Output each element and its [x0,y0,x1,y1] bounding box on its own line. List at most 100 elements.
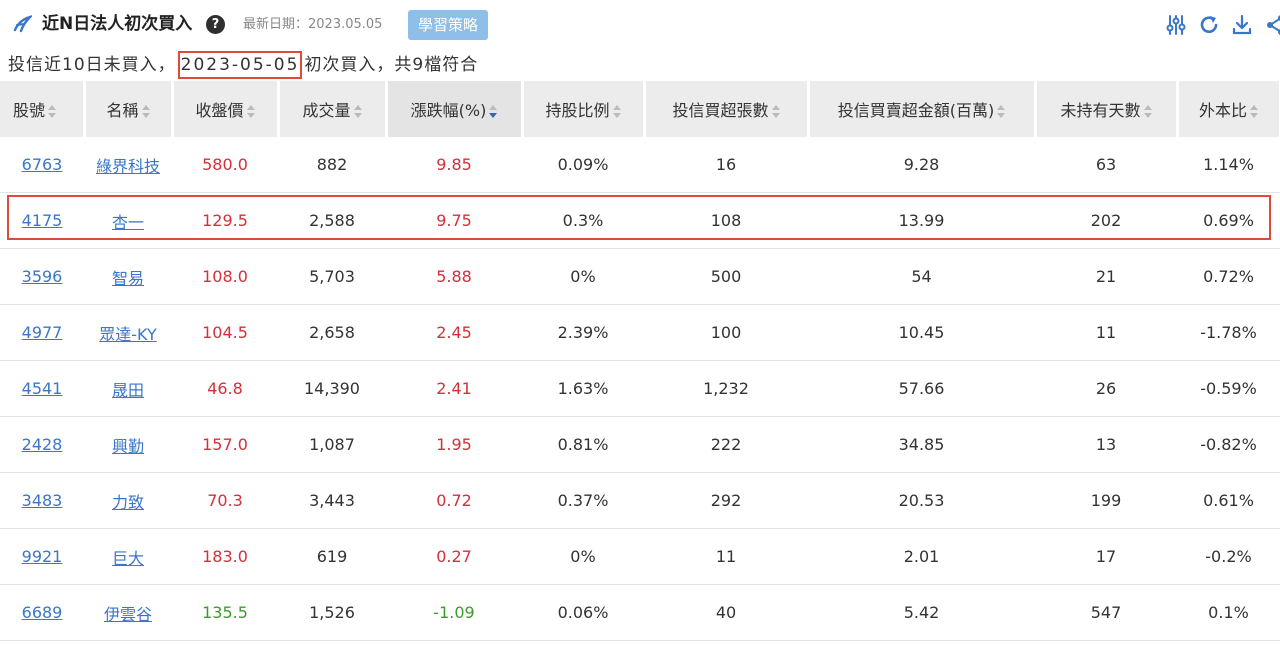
refresh-icon[interactable] [1198,14,1220,36]
table-cell: 9921 [0,528,84,585]
table-cell: -0.82% [1177,416,1280,473]
table-cell: 9.28 [808,137,1035,193]
table-cell: 0% [522,248,644,305]
table-cell: -1.78% [1177,304,1280,361]
table-cell: 2.41 [386,360,522,417]
col-header-ratio[interactable]: 外本比 [1177,81,1280,137]
help-icon[interactable]: ? [206,15,225,34]
sort-icon[interactable] [353,104,362,119]
col-header-holding[interactable]: 持股比例 [522,81,646,137]
stock-code-link[interactable]: 2428 [22,435,63,454]
stock-code-link[interactable]: 6689 [22,603,63,622]
col-header-net-buy[interactable]: 投信買超張數 [644,81,810,137]
close-price-cell: 157.0 [202,435,248,454]
close-price-cell: 46.8 [207,379,243,398]
download-icon[interactable] [1231,14,1253,36]
table-cell: 0.3% [522,192,644,249]
sort-icon[interactable] [997,104,1006,119]
table-row[interactable]: 9921 巨大 183.0 619 0.27 0% 11 2.01 17 -0.2% [0,528,1280,585]
sort-icon[interactable] [612,104,621,119]
volume-cell: 1,526 [309,603,355,622]
table-cell: 14,390 [278,360,386,417]
page-title: 近N日法人初次買入 [42,14,193,34]
net-amount-cell: 9.28 [903,155,940,174]
table-cell: 129.5 [172,192,278,249]
volume-cell: 1,087 [309,435,355,454]
table-cell: 巨大 [84,528,172,585]
col-header-close[interactable]: 收盤價 [172,81,280,137]
net-buy-lots-cell: 292 [710,491,742,510]
stock-name-link[interactable]: 晟田 [112,381,144,400]
share-icon[interactable] [1264,14,1280,36]
col-header-label: 名稱 [106,101,139,120]
sort-icon[interactable] [771,104,780,119]
col-header-change[interactable]: 漲跌幅(%) [386,81,524,137]
foreign-ratio-cell: 0.1% [1208,603,1249,622]
table-cell: 4175 [0,192,84,249]
table-cell: 9.75 [386,192,522,249]
sort-icon[interactable] [246,104,255,119]
col-header-label: 外本比 [1198,101,1247,120]
stock-code-link[interactable]: 4541 [22,379,63,398]
stock-name-link[interactable]: 伊雲谷 [104,605,152,624]
stock-code-link[interactable]: 3596 [22,267,63,286]
table-cell: 1,232 [644,360,808,417]
sort-icon[interactable] [1250,104,1258,119]
table-cell: 興勤 [84,416,172,473]
foreign-ratio-cell: 0.69% [1203,211,1254,230]
stock-code-link[interactable]: 6763 [22,155,63,174]
stock-code-link[interactable]: 3483 [22,491,63,510]
sort-icon[interactable] [141,104,150,119]
days-not-held-cell: 199 [1090,491,1122,510]
sort-icon[interactable] [1143,104,1152,119]
stock-name-link[interactable]: 興勤 [112,437,144,456]
foreign-ratio-cell: 0.72% [1203,267,1254,286]
table-cell: 0.06% [522,584,644,641]
stock-code-link[interactable]: 9921 [22,547,63,566]
table-row[interactable]: 2428 興勤 157.0 1,087 1.95 0.81% 222 34.85 13 -0.82… [0,416,1280,473]
table-row[interactable]: 4541 晟田 46.8 14,390 2.41 1.63% 1,232 57.66 26 -0.… [0,360,1280,417]
table-row[interactable]: 6689 伊雲谷 135.5 1,526 -1.09 0.06% 40 5.42 547 0.1% [0,584,1280,641]
table-row[interactable]: 3483 力致 70.3 3,443 0.72 0.37% 292 20.53 199 0.61% [0,472,1280,529]
table-cell: 9.85 [386,137,522,193]
holding-ratio-cell: 0.37% [557,491,609,510]
col-header-name[interactable]: 名稱 [84,81,174,137]
table-row[interactable]: 6763 綠界科技 580.0 882 9.85 0.09% 16 9.28 63 1.14% [0,137,1280,193]
stock-name-link[interactable]: 巨大 [112,549,144,568]
table-cell: 21 [1035,248,1177,305]
stock-name-link[interactable]: 眾達-KY [99,325,156,344]
stock-name-link[interactable]: 杏一 [112,213,144,232]
table-row[interactable]: 4175 杏一 129.5 2,588 9.75 0.3% 108 13.99 202 0.69% [0,192,1280,249]
col-header-days[interactable]: 未持有天數 [1035,81,1179,137]
filter-sliders-icon[interactable] [1165,14,1187,36]
stock-name-link[interactable]: 智易 [112,269,144,288]
stock-code-link[interactable]: 4977 [22,323,63,342]
table-cell: 100 [644,304,808,361]
net-amount-cell: 20.53 [898,491,945,510]
net-amount-cell: 54 [911,267,932,286]
foreign-ratio-cell: 0.61% [1203,491,1254,510]
stock-code-link[interactable]: 4175 [22,211,63,230]
table-cell: 0.61% [1177,472,1280,529]
stock-name-link[interactable]: 綠界科技 [96,157,160,176]
table-row[interactable]: 3596 智易 108.0 5,703 5.88 0% 500 54 21 0.72% [0,248,1280,305]
stock-name-link[interactable]: 力致 [112,493,144,512]
table-cell: 10.45 [808,304,1035,361]
sort-icon[interactable] [48,104,57,119]
learn-strategy-button[interactable]: 學習策略 [408,10,488,40]
table-cell: 882 [278,137,386,193]
table-cell: 0.72 [386,472,522,529]
table-body: 6763 綠界科技 580.0 882 9.85 0.09% 16 9.28 63 1.14% 41… [0,137,1280,641]
sort-desc-icon[interactable] [489,104,498,119]
col-header-amount[interactable]: 投信買賣超金額(百萬) [808,81,1037,137]
col-header-code[interactable]: 股號 [0,81,86,137]
table-row[interactable]: 4977 眾達-KY 104.5 2,658 2.45 2.39% 100 10.45 11 -1… [0,304,1280,361]
strategy-description: 投信近10日未買入， 2023-05-05 初次買入，共9檔符合 [8,51,478,79]
table-cell: 0.1% [1177,584,1280,641]
table-cell: 4541 [0,360,84,417]
volume-cell: 5,703 [309,267,355,286]
change-percent-cell: 2.41 [436,379,472,398]
table-cell: 619 [278,528,386,585]
col-header-volume[interactable]: 成交量 [278,81,388,137]
change-percent-cell: 5.88 [436,267,472,286]
